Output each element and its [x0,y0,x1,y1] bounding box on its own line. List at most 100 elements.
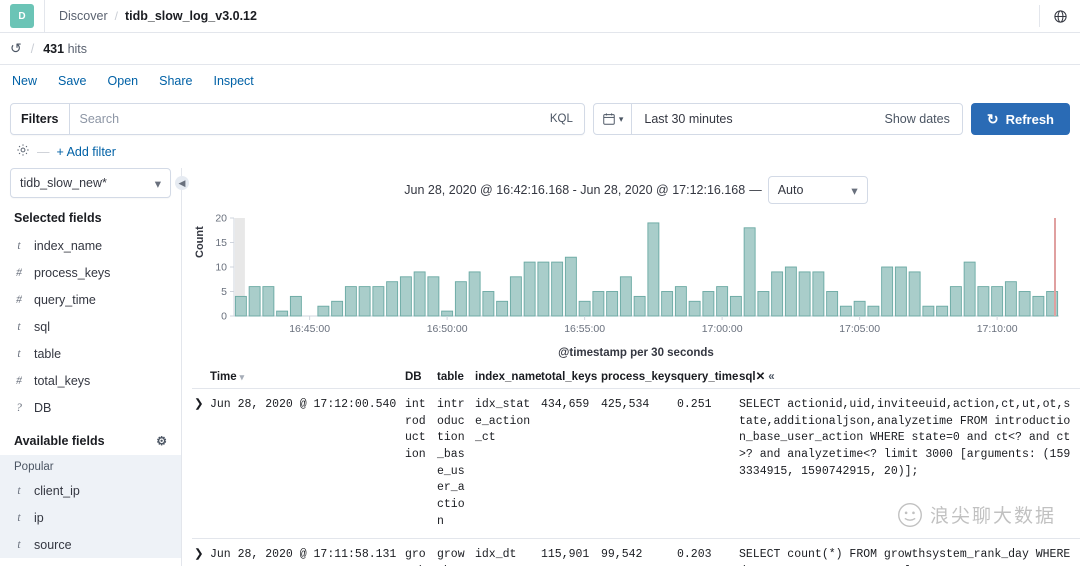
field-label: table [34,346,62,361]
open-link[interactable]: Open [108,74,139,88]
cell-sql: SELECT count(*) FROM growthsystem_rank_d… [739,548,1071,566]
cell-index-name: idx_state_action_ct [475,398,531,445]
svg-text:16:45:00: 16:45:00 [289,323,330,335]
share-link[interactable]: Share [159,74,192,88]
field-type-icon: # [16,266,22,279]
filters-label[interactable]: Filters [11,104,70,134]
breadcrumb-discover[interactable]: Discover [59,9,108,23]
sidebar-field-source[interactable]: t source [10,531,171,558]
main-panel: ◀ Jun 28, 2020 @ 16:42:16.168 - Jun 28, … [175,168,1080,566]
svg-text:20: 20 [215,213,227,225]
svg-text:10: 10 [215,262,227,274]
field-label: source [34,537,72,552]
interval-selector[interactable]: Auto ▾ [767,176,868,204]
svg-text:15: 15 [215,237,227,249]
svg-text:0: 0 [221,311,227,323]
interval-value: Auto [777,183,804,197]
hits-label: hits [67,41,88,56]
sidebar-field-index_name[interactable]: t index_name [10,232,171,259]
search-bar: Filters KQL [10,103,585,135]
refresh-button[interactable]: ↻ Refresh [970,103,1070,135]
move-column-left-icon[interactable]: « [765,371,774,383]
cell-query-time: 0.251 [677,398,712,411]
add-filter-button[interactable]: + Add filter [57,145,116,159]
table-row[interactable]: ❯ Jun 28, 2020 @ 17:11:58.131 growth gro… [192,539,1080,566]
refresh-cycle-icon[interactable]: ↺ [10,40,22,57]
remove-column-icon[interactable]: ✕ [756,371,766,383]
refresh-button-label: Refresh [1005,111,1054,127]
query-time-column-header[interactable]: query_time [677,369,739,389]
inspect-link[interactable]: Inspect [213,74,253,88]
sidebar-field-table[interactable]: t table [10,340,171,367]
cell-query-time: 0.203 [677,548,712,562]
cell-table: growthsystem [437,548,465,566]
table-column-header[interactable]: table [437,369,475,389]
chevron-down-icon: ▾ [154,176,161,191]
total-keys-column-header[interactable]: total_keys [541,369,601,389]
field-label: query_time [34,292,96,307]
field-label: sql [34,319,50,334]
breadcrumb-current[interactable]: tidb_slow_log_v3.0.12 [125,9,257,23]
table-header-row: Time ▾ DB table index_name total_keys pr… [192,369,1080,389]
kql-language-button[interactable]: KQL [539,104,584,134]
sort-caret-icon[interactable]: ▾ [237,372,245,382]
process-keys-column-header[interactable]: process_keys [601,369,677,389]
sql-column-header[interactable]: sql✕ « [739,369,1080,389]
sql-header-label: sql [739,371,756,383]
popular-fields-group: Popular t client_ip t ip t source [0,455,181,558]
documents-table: Time ▾ DB table index_name total_keys pr… [192,369,1080,566]
sidebar-field-process_keys[interactable]: # process_keys [10,259,171,286]
index-name-column-header[interactable]: index_name [475,369,541,389]
expand-row-icon[interactable]: ❯ [192,539,210,566]
refresh-icon: ↻ [986,110,999,127]
chart-time-range: Jun 28, 2020 @ 16:42:16.168 - Jun 28, 20… [404,183,746,197]
search-input[interactable] [69,104,539,134]
time-header-label: Time [210,371,237,383]
histogram-svg[interactable]: 0 5 10 15 20 16:45:00 16:50:00 16:55:00 17:00:00… [192,210,1067,342]
table-row[interactable]: ❯ Jun 28, 2020 @ 17:12:00.540 introducti… [192,389,1080,539]
sidebar-field-db[interactable]: ? DB [10,394,171,421]
field-label: ip [34,510,44,525]
gear-icon[interactable] [16,143,30,160]
field-type-icon: ? [16,401,22,414]
index-pattern-selector[interactable]: tidb_slow_new* ▾ [10,168,171,198]
svg-text:17:10:00: 17:10:00 [977,323,1018,335]
field-label: index_name [34,238,103,253]
cell-total-keys: 115,901 [541,548,590,562]
sidebar-field-ip[interactable]: t ip [10,504,171,531]
show-dates-button[interactable]: Show dates [873,104,962,134]
date-range-value[interactable]: Last 30 minutes [632,104,872,134]
field-label: process_keys [34,265,111,280]
field-type-icon: t [17,538,21,551]
gear-icon[interactable]: ⚙ [156,434,167,448]
histogram-chart[interactable]: Count 0 5 10 15 20 16:45:00 16:50:00 16:55:00 17… [192,210,1080,345]
db-column-header[interactable]: DB [405,369,437,389]
globe-icon[interactable] [1040,9,1080,24]
popular-label: Popular [14,461,54,473]
sidebar-field-timestamp[interactable]: ⓘ @timestamp [10,558,171,566]
sidebar-field-sql[interactable]: t sql [10,313,171,340]
time-column-header[interactable]: Time ▾ [210,369,405,389]
field-sidebar: tidb_slow_new* ▾ Selected fields t index… [0,168,181,566]
collapse-sidebar-button[interactable]: ◀ [175,176,189,190]
filter-bar: — + Add filter [0,135,1080,168]
documents-table-wrapper: Time ▾ DB table index_name total_keys pr… [192,369,1080,566]
sidebar-field-total_keys[interactable]: # total_keys [10,367,171,394]
calendar-icon[interactable]: ▾ [594,104,633,134]
sidebar-field-client_ip[interactable]: t client_ip [10,477,171,504]
discover-body: tidb_slow_new* ▾ Selected fields t index… [0,168,1080,566]
sidebar-field-query_time[interactable]: # query_time [10,286,171,313]
save-link[interactable]: Save [58,74,87,88]
expand-row-icon[interactable]: ❯ [192,389,210,539]
db-header-label: DB [405,371,422,383]
filter-dash: — [37,144,50,159]
breadcrumb-separator: / [114,9,118,23]
new-link[interactable]: New [12,74,37,88]
hits-bar: ↺ / 431 hits [0,33,1080,65]
cell-table: introduction_base_user_action [437,398,465,528]
cell-time: Jun 28, 2020 @ 17:12:00.540 [210,398,397,411]
table-header-label: table [437,371,464,383]
top-bar-right [1039,0,1080,33]
breadcrumb: Discover / tidb_slow_log_v3.0.12 [45,9,257,23]
field-type-icon: t [17,484,21,497]
